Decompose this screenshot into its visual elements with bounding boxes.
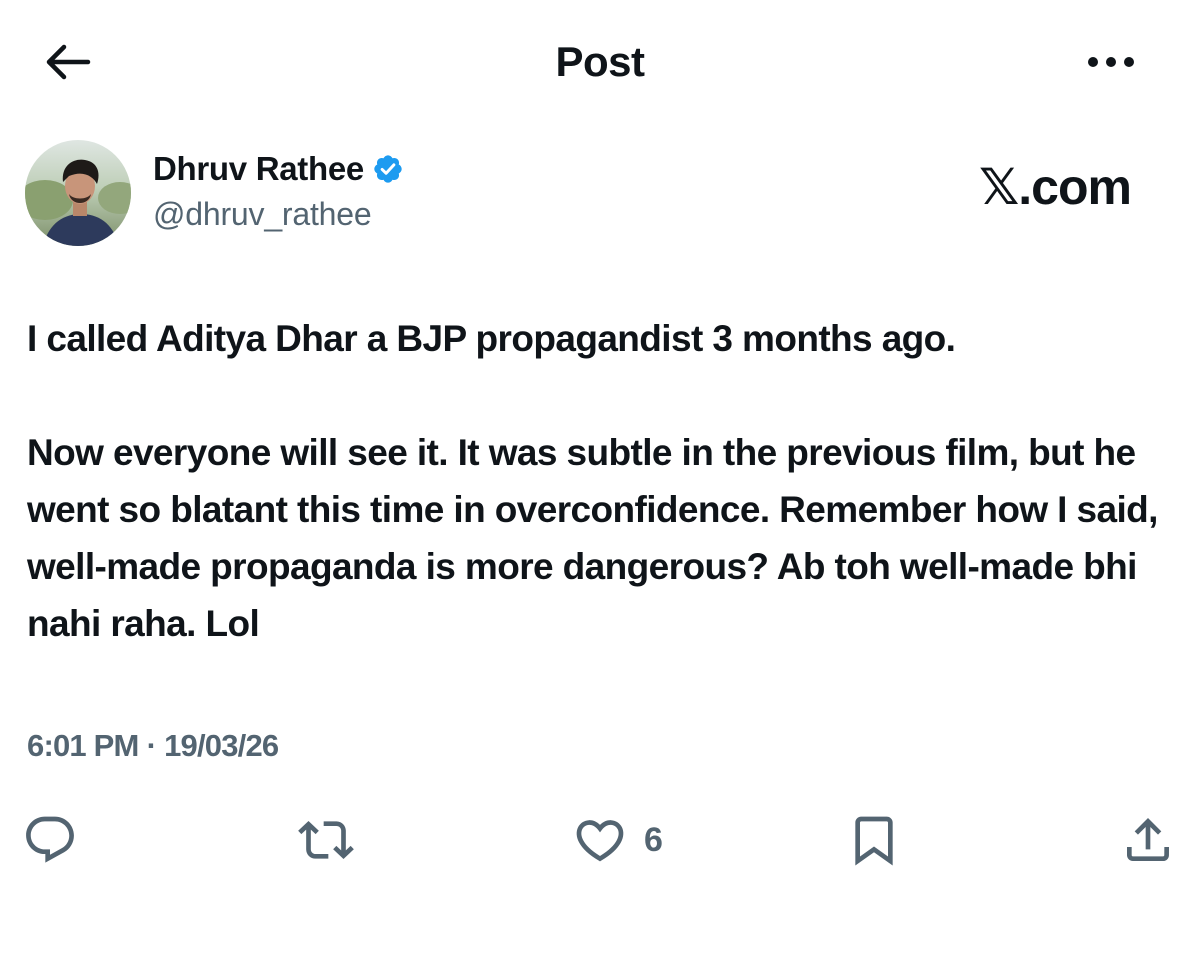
- bookmark-icon: [855, 816, 893, 866]
- share-icon: [1127, 818, 1169, 861]
- x-watermark: 𝕏.com: [979, 159, 1132, 215]
- post-paragraph: I called Aditya Dhar a BJP propagandist …: [27, 318, 956, 359]
- timestamp-separator: ·: [146, 728, 157, 763]
- post-time: 6:01 PM: [27, 728, 139, 763]
- more-options-icon: [1088, 57, 1134, 67]
- like-button[interactable]: 6: [572, 812, 663, 868]
- repost-button[interactable]: [298, 812, 354, 868]
- post-text: I called Aditya Dhar a BJP propagandist …: [27, 310, 1177, 652]
- post-paragraph: Now everyone will see it. It was subtle …: [27, 432, 1158, 644]
- share-button[interactable]: [1120, 812, 1176, 868]
- action-bar: 6: [0, 812, 1200, 868]
- avatar-image: [25, 140, 131, 246]
- verified-badge-icon: [374, 155, 402, 183]
- like-count: 6: [644, 820, 663, 859]
- page-title: Post: [555, 38, 645, 85]
- like-icon: [576, 820, 624, 862]
- repost-icon: [298, 821, 354, 859]
- bookmark-button[interactable]: [846, 812, 902, 868]
- reply-button[interactable]: [22, 812, 78, 868]
- post-timestamp[interactable]: 6:01 PM · 19/03/26: [27, 728, 279, 764]
- post-date: 19/03/26: [164, 728, 279, 763]
- reply-icon: [26, 816, 74, 863]
- display-name[interactable]: Dhruv Rathee: [153, 150, 364, 188]
- avatar[interactable]: [25, 140, 131, 246]
- author-handle[interactable]: @dhruv_rathee: [153, 196, 372, 233]
- author-name-row: Dhruv Rathee: [153, 150, 404, 188]
- more-options-button[interactable]: [1078, 44, 1144, 80]
